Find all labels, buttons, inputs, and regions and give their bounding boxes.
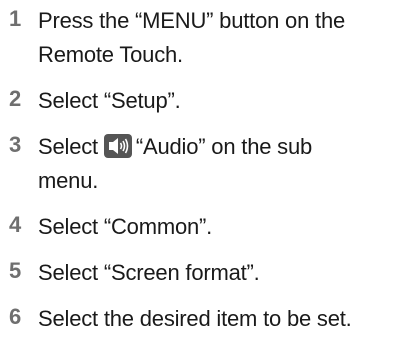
audio-speaker-icon: [103, 134, 132, 158]
step-number: 6: [9, 304, 22, 329]
step-text: Select “Screen format”.: [38, 256, 400, 290]
step-number: 1: [9, 6, 22, 31]
step-text-line: Select “Audio” on the sub: [38, 130, 400, 164]
step-text-part: “Audio” on the sub: [135, 134, 313, 159]
step-text: Select “Setup”.: [38, 84, 400, 118]
step-text-line: Select “Common”.: [38, 214, 213, 239]
step-text-part: Select: [38, 134, 98, 159]
step-text: Press the “MENU” button on the Remote To…: [38, 4, 400, 72]
step-number: 5: [9, 258, 22, 283]
step-text-line: Select “Screen format”.: [38, 260, 260, 285]
step-number: 4: [9, 212, 22, 237]
step-number: 2: [9, 86, 22, 111]
step-text-line: Press the “MENU” button on the: [38, 8, 346, 33]
step-text: Select “Audio” on the sub menu.: [38, 130, 400, 198]
step-text-line: menu.: [38, 168, 99, 193]
step-text-line: Select the desired item to be set.: [38, 306, 352, 331]
step-text: Select “Common”.: [38, 210, 400, 244]
step-number: 3: [9, 132, 22, 157]
step-text-line: Select “Setup”.: [38, 88, 181, 113]
step-text: Select the desired item to be set.: [38, 302, 400, 336]
step-text-line: Remote Touch.: [38, 42, 183, 67]
